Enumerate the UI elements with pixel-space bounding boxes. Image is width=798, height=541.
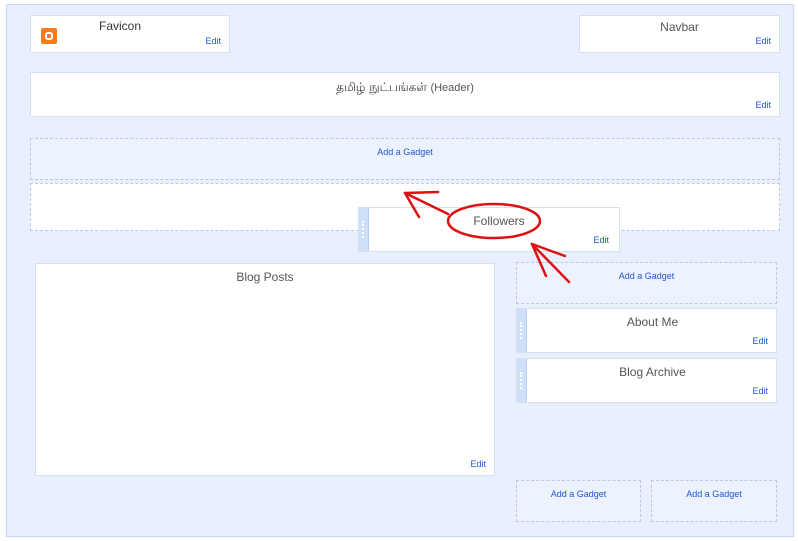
drag-handle-icon[interactable] xyxy=(359,208,369,251)
navbar-widget: Navbar Edit xyxy=(579,15,780,53)
cross-column-dropzone: Add a Gadget xyxy=(30,138,780,180)
favicon-title: Favicon xyxy=(98,19,142,33)
blog-archive-widget[interactable]: Blog Archive Edit xyxy=(516,358,777,403)
footer-2-add-gadget-link[interactable]: Add a Gadget xyxy=(652,489,776,499)
blog-archive-edit-link[interactable]: Edit xyxy=(752,386,768,396)
blog-posts-title: Blog Posts xyxy=(236,270,294,284)
about-me-title: About Me xyxy=(626,315,679,329)
sidebar-dropzone: Add a Gadget xyxy=(516,262,777,304)
followers-widget[interactable]: Followers Edit xyxy=(358,207,620,252)
add-gadget-link[interactable]: Add a Gadget xyxy=(31,147,779,157)
followers-edit-link[interactable]: Edit xyxy=(593,235,609,245)
sidebar-add-gadget-link[interactable]: Add a Gadget xyxy=(517,271,776,281)
drag-handle-icon[interactable] xyxy=(517,309,527,352)
header-widget: தமிழ் நுட்பங்கள் (Header) Edit xyxy=(30,72,780,117)
drag-handle-icon[interactable] xyxy=(517,359,527,402)
footer-1-dropzone: Add a Gadget xyxy=(516,480,641,522)
followers-title: Followers xyxy=(473,214,525,228)
footer-1-add-gadget-link[interactable]: Add a Gadget xyxy=(517,489,640,499)
blog-posts-edit-link[interactable]: Edit xyxy=(470,459,486,469)
blog-posts-widget: Blog Posts Edit xyxy=(35,263,495,476)
favicon-widget: Favicon Edit xyxy=(30,15,230,53)
blog-archive-title: Blog Archive xyxy=(619,365,686,379)
about-me-widget[interactable]: About Me Edit xyxy=(516,308,777,353)
navbar-edit-link[interactable]: Edit xyxy=(755,36,771,46)
footer-2-dropzone: Add a Gadget xyxy=(651,480,777,522)
header-title-suffix: (Header) xyxy=(430,82,474,94)
favicon-edit-link[interactable]: Edit xyxy=(205,36,221,46)
header-title-tamil: தமிழ் நுட்பங்கள் xyxy=(336,80,428,94)
header-title: தமிழ் நுட்பங்கள் (Header) xyxy=(31,80,779,96)
about-me-edit-link[interactable]: Edit xyxy=(752,336,768,346)
navbar-title: Navbar xyxy=(660,20,699,34)
header-edit-link[interactable]: Edit xyxy=(755,100,771,110)
